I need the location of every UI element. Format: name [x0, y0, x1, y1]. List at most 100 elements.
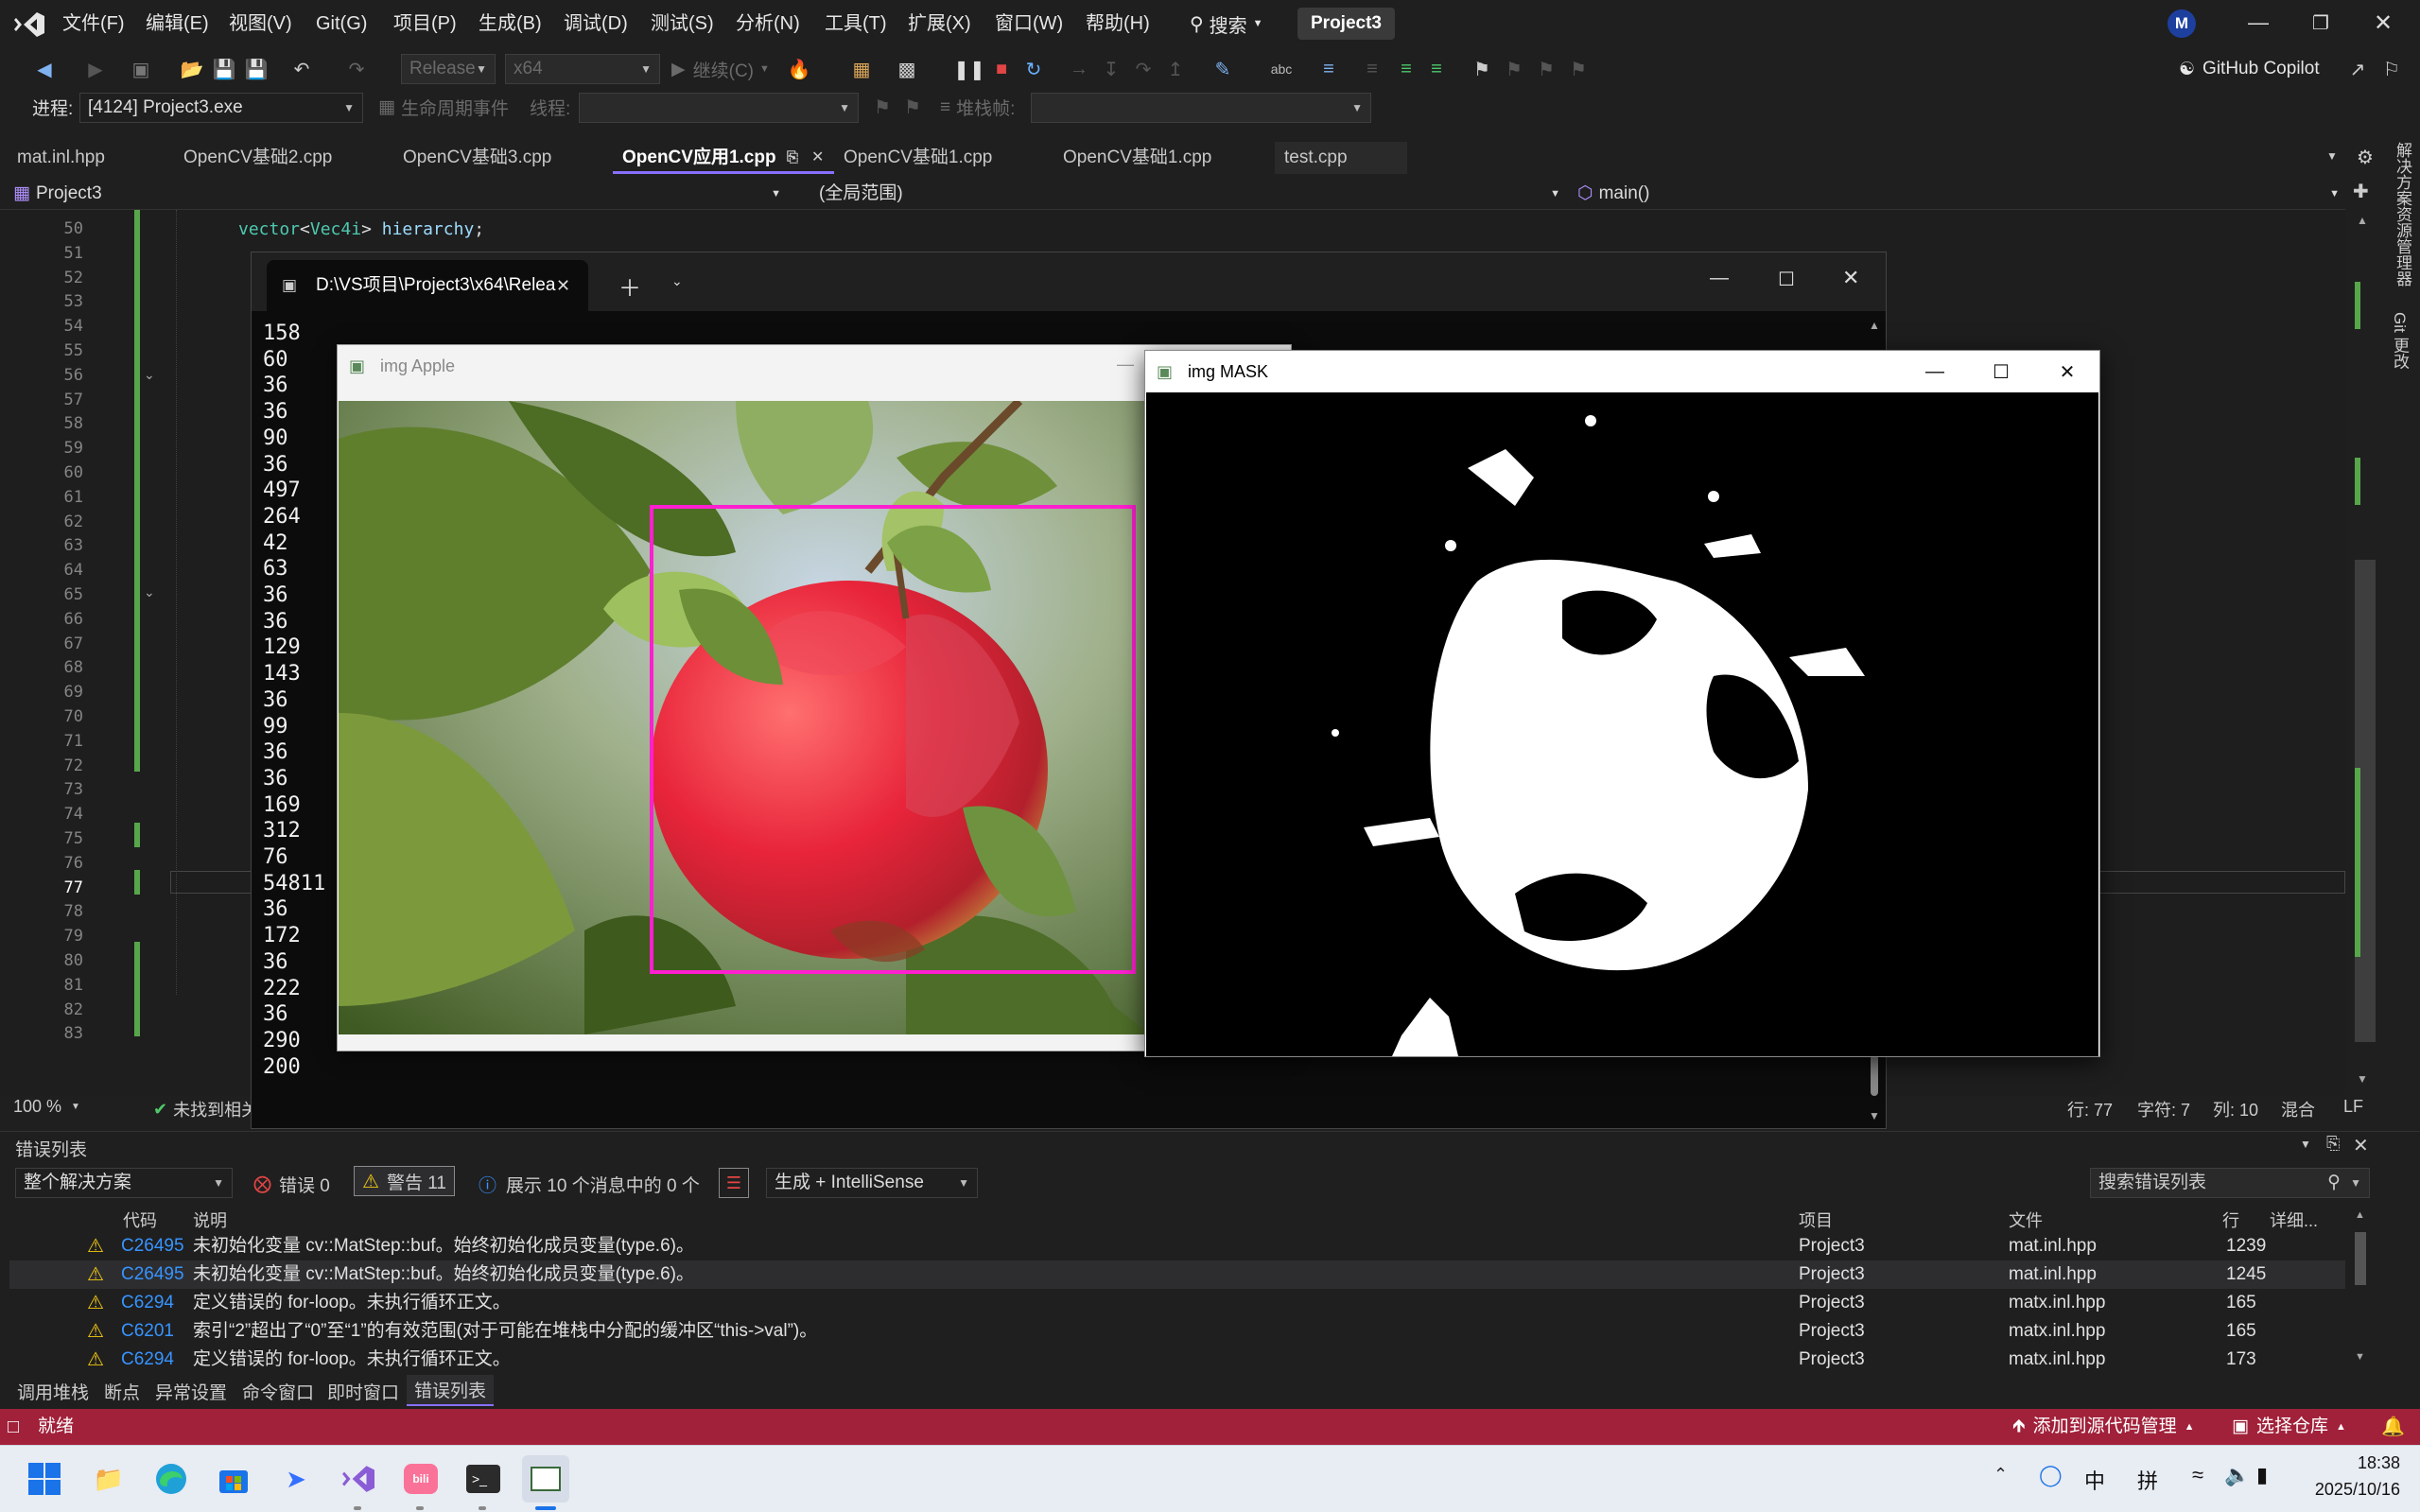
column-header-description[interactable]: 说明: [193, 1208, 227, 1232]
tab-opencv-basic2[interactable]: OpenCV基础2.cpp: [174, 142, 392, 174]
vpn-icon[interactable]: ◯: [2039, 1463, 2063, 1487]
restart-icon[interactable]: ↻: [1021, 57, 1046, 81]
tab-mat-inl-hpp[interactable]: mat.inl.hpp: [8, 142, 168, 174]
notification-icon[interactable]: □: [8, 1409, 19, 1445]
prev-bookmark-icon[interactable]: ⚑: [1502, 57, 1526, 81]
menu-file[interactable]: 文件(F): [62, 0, 125, 49]
scroll-down-icon[interactable]: ▼: [1869, 1109, 1880, 1122]
clock-time[interactable]: 18:38: [2306, 1453, 2400, 1473]
error-list-row[interactable]: ⚠ C26495 未初始化变量 cv::MatStep::buf。始终初始化成员变量…: [9, 1260, 2345, 1289]
menu-tools[interactable]: 工具(T): [825, 0, 887, 49]
pin-icon[interactable]: ⎘: [787, 142, 798, 174]
indent-icon[interactable]: ≡: [1360, 57, 1384, 81]
spell-check-icon[interactable]: abc: [1269, 57, 1294, 81]
zoom-select[interactable]: 100 % ▼: [13, 1097, 80, 1117]
battery-icon[interactable]: ▮: [2256, 1463, 2268, 1487]
clock-date[interactable]: 2025/10/16: [2281, 1480, 2400, 1500]
tab-opencv-app1[interactable]: OpenCV应用1.cpp ⎘ ✕: [613, 142, 834, 174]
minimize-icon[interactable]: —: [1710, 268, 1729, 289]
diagnostics-icon[interactable]: ▦: [849, 57, 874, 81]
tab-command-window[interactable]: 命令窗口: [242, 1379, 314, 1404]
menu-extensions[interactable]: 扩展(X): [908, 0, 971, 49]
minimize-icon[interactable]: —: [1902, 351, 1968, 392]
editor-scrollbar[interactable]: ▲ ▼: [2349, 210, 2383, 1095]
menu-edit[interactable]: 编辑(E): [146, 0, 209, 49]
errors-filter-button[interactable]: ⨂ 错误 0: [253, 1172, 330, 1197]
minimize-icon[interactable]: —: [2239, 8, 2277, 38]
visual-studio-logo-icon[interactable]: [13, 9, 45, 40]
wifi-icon[interactable]: ≈: [2192, 1463, 2203, 1487]
lifecycle-events-button[interactable]: ▦ 生命周期事件: [378, 95, 509, 120]
error-code-link[interactable]: C26495: [121, 1260, 184, 1289]
ime-pinyin[interactable]: 拼: [2137, 1465, 2158, 1495]
warnings-filter-button[interactable]: ⚠ 警告 11: [354, 1166, 455, 1196]
file-explorer-icon[interactable]: 📁: [85, 1455, 132, 1503]
step-out-icon[interactable]: ↥: [1163, 57, 1188, 81]
feedback-icon[interactable]: ⚐: [2379, 57, 2404, 81]
tab-list-icon[interactable]: ▼: [2326, 149, 2338, 163]
step-into-icon[interactable]: ↧: [1099, 57, 1123, 81]
close-tab-icon[interactable]: ✕: [556, 260, 570, 311]
next-bookmark-icon[interactable]: ⚑: [1534, 57, 1558, 81]
open-folder-icon[interactable]: 📂: [180, 57, 204, 81]
menu-window[interactable]: 窗口(W): [995, 0, 1063, 49]
scope-select[interactable]: 整个解决方案 ▼: [15, 1168, 233, 1198]
column-header-line[interactable]: 行: [2222, 1208, 2239, 1232]
close-tab-icon[interactable]: ✕: [811, 142, 824, 174]
copilot-button[interactable]: ☯ GitHub Copilot: [2179, 54, 2320, 84]
error-list-scrollbar[interactable]: ▲ ▼: [2351, 1209, 2370, 1370]
save-all-icon[interactable]: 💾: [244, 57, 269, 81]
cursor-line[interactable]: 行: 77: [2067, 1097, 2113, 1121]
maximize-icon[interactable]: ☐: [1778, 268, 1795, 291]
filter-icon[interactable]: ☰: [719, 1168, 749, 1198]
opencv-window-icon[interactable]: [522, 1455, 569, 1503]
ime-chinese[interactable]: 中: [2084, 1465, 2105, 1495]
close-icon[interactable]: ✕: [2034, 351, 2100, 392]
scroll-down-icon[interactable]: ▼: [2357, 1072, 2368, 1086]
error-code-link[interactable]: C6294: [121, 1289, 174, 1317]
tab-opencv-basic1-a[interactable]: OpenCV基础1.cpp: [834, 142, 1052, 174]
tray-overflow-icon[interactable]: ⌃: [1993, 1465, 2008, 1485]
tab-opencv-basic3[interactable]: OpenCV基础3.cpp: [393, 142, 611, 174]
flag-icon[interactable]: ⚑: [870, 95, 895, 119]
align-icon[interactable]: ≡: [1394, 57, 1419, 81]
redo-icon[interactable]: ↷: [344, 57, 369, 81]
pause-icon[interactable]: ❚❚: [953, 57, 985, 81]
process-select[interactable]: [4124] Project3.exe ▼: [79, 93, 363, 123]
add-to-source-control[interactable]: 🡹 添加到源代码管理 ▲: [2012, 1409, 2195, 1445]
restore-icon[interactable]: ❐: [2302, 8, 2340, 38]
scroll-up-icon[interactable]: ▲: [2357, 214, 2368, 227]
scroll-thumb[interactable]: [2355, 1232, 2366, 1285]
tab-immediate-window[interactable]: 即时窗口: [327, 1379, 399, 1404]
continue-button[interactable]: ▶ 继续(C) ▼: [671, 54, 770, 84]
step-over-icon[interactable]: ↷: [1131, 57, 1156, 81]
pin-icon[interactable]: ⎘: [2326, 1134, 2340, 1154]
tab-opencv-basic1-b[interactable]: OpenCV基础1.cpp: [1053, 142, 1271, 174]
error-code-link[interactable]: C6201: [121, 1317, 174, 1346]
flag-threads-icon[interactable]: ⚑: [900, 95, 925, 119]
column-header-project[interactable]: 项目: [1799, 1208, 1833, 1232]
menu-debug[interactable]: 调试(D): [564, 0, 628, 49]
volume-icon[interactable]: 🔈: [2224, 1463, 2250, 1487]
new-tab-icon[interactable]: ＋: [618, 269, 641, 303]
show-next-statement-icon[interactable]: →: [1067, 57, 1091, 81]
share-icon[interactable]: ↗: [2345, 57, 2370, 81]
close-icon[interactable]: ✕: [2353, 1134, 2369, 1157]
edge-browser-icon[interactable]: [148, 1455, 195, 1503]
search-menu[interactable]: ⚲ 搜索 ▼: [1190, 9, 1263, 38]
platform-select[interactable]: x64 ▼: [505, 54, 660, 84]
column-header-file[interactable]: 文件: [2009, 1208, 2043, 1232]
solution-explorer-tab[interactable]: 解决方案资源管理器: [2393, 142, 2411, 287]
fold-icon[interactable]: ⌄: [144, 584, 155, 600]
line-ending[interactable]: LF: [2343, 1097, 2363, 1117]
thread-select[interactable]: ▼: [579, 93, 859, 123]
menu-help[interactable]: 帮助(H): [1086, 0, 1150, 49]
cursor-column[interactable]: 列: 10: [2213, 1097, 2258, 1121]
scroll-down-icon[interactable]: ▼: [2355, 1351, 2365, 1363]
menu-analyze[interactable]: 分析(N): [736, 0, 800, 49]
undo-icon[interactable]: ↶: [289, 57, 314, 81]
error-list-row[interactable]: ⚠ C6201 索引“2”超出了“0”至“1”的有效范围(对于可能在堆栈中分配的缓冲…: [9, 1317, 2345, 1346]
minimize-icon[interactable]: —: [1117, 355, 1134, 374]
close-icon[interactable]: ✕: [2364, 8, 2402, 38]
scroll-thumb[interactable]: [1871, 1054, 1878, 1096]
